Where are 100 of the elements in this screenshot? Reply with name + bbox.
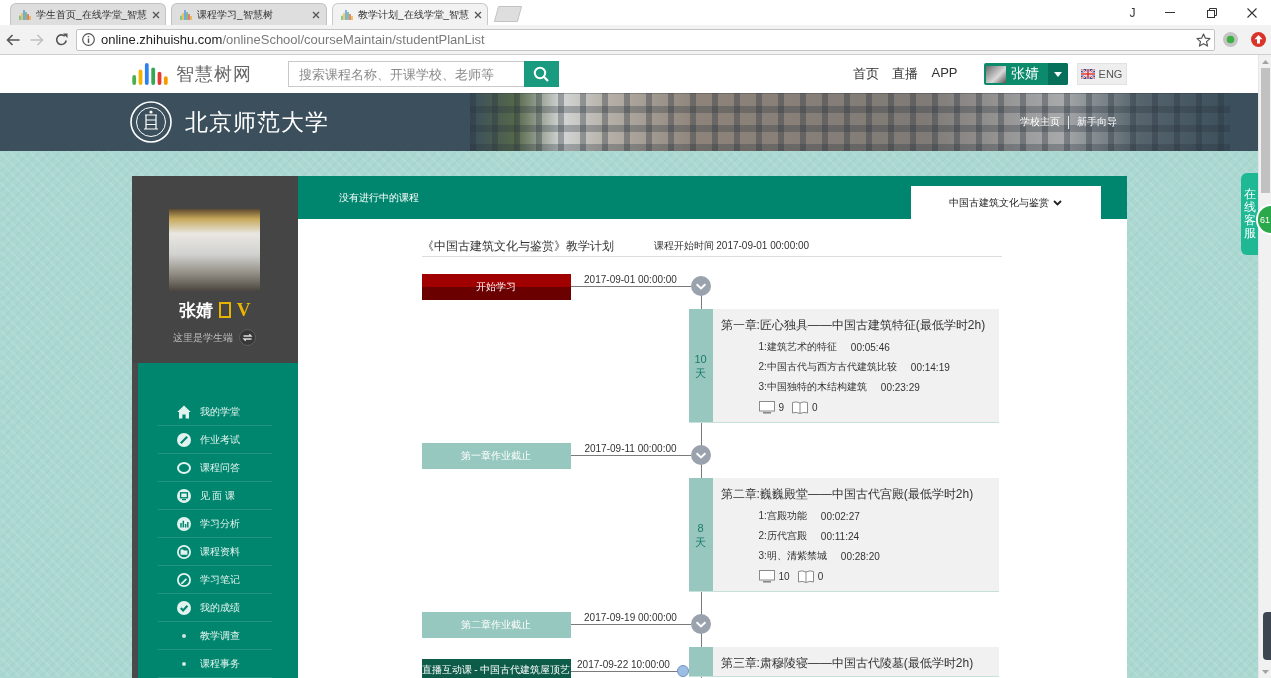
sidebar-item[interactable]: 课程资料: [157, 538, 272, 566]
scrollbar[interactable]: [1258, 55, 1271, 678]
profile-name: 张婧: [178, 299, 213, 322]
plan-title: 《中国古建筑文化与鉴赏》教学计划: [421, 238, 615, 254]
course-status: 没有进行中的课程: [338, 190, 419, 205]
lesson-duration: 00:02:27: [820, 510, 860, 522]
browser-tab[interactable]: 学生首页_在线学堂_智慧: [10, 3, 166, 25]
screen-circle-icon: [176, 488, 191, 503]
restore-icon[interactable]: [1207, 7, 1217, 18]
site-logo[interactable]: 智慧树网: [130, 62, 252, 86]
lesson-duration: 00:05:46: [850, 341, 890, 353]
day-count: 8 天: [694, 520, 707, 549]
close-icon[interactable]: [1247, 7, 1257, 18]
check-circle-icon: [176, 600, 191, 615]
event-date: 2017-09-19 00:00:00: [583, 612, 678, 624]
timeline-dot-icon: [676, 665, 689, 677]
nav-link[interactable]: 直播: [892, 65, 919, 83]
edit-icon: [176, 572, 191, 587]
school-name: 北京师范大学: [185, 107, 329, 137]
close-icon[interactable]: [474, 10, 483, 19]
lesson-link[interactable]: 2:历代宫殿: [758, 529, 807, 543]
browser-tab[interactable]: 教学计划_在线学堂_智慧: [332, 3, 488, 25]
address-bar[interactable]: online.zhihuishu.com/onlineSchool/courseMaintain/studentPlanList: [76, 28, 1215, 51]
sidebar-item[interactable]: 学习分析: [157, 510, 272, 538]
bars-icon: [341, 9, 353, 20]
dot-circle-icon[interactable]: [1222, 32, 1238, 47]
lesson-link[interactable]: 3:明、清紫禁城: [758, 549, 827, 563]
profile-button[interactable]: J: [1127, 5, 1138, 20]
lesson-link[interactable]: 2:中国古代与西方古代建筑比较: [758, 360, 897, 374]
sidebar-item[interactable]: 课程问答: [157, 454, 272, 482]
search-button[interactable]: [523, 61, 559, 87]
banner-link[interactable]: 新手向导: [1077, 115, 1117, 129]
close-icon[interactable]: [152, 10, 161, 19]
floating-panel: [1263, 612, 1271, 660]
sidebar-item[interactable]: 见 面 课: [157, 482, 272, 510]
chapter-title[interactable]: 第二章:巍巍殿堂——中国古代宫殿(最低学时2h): [720, 486, 997, 502]
nav-link[interactable]: 首页: [853, 65, 880, 83]
video-count: 9: [778, 401, 785, 413]
search-field[interactable]: 搜索课程名称、开课学校、老师等: [287, 61, 524, 87]
swap-icon[interactable]: [239, 329, 256, 346]
bullet-icon: [181, 661, 186, 666]
chevron-down-icon: [1053, 199, 1062, 206]
lesson-link[interactable]: 3:中国独特的木结构建筑: [758, 380, 867, 394]
lesson-link[interactable]: 1:宫殿功能: [758, 509, 807, 523]
course-dropdown[interactable]: 中国古建筑文化与鉴赏: [910, 186, 1101, 219]
start-button[interactable]: 开始学习: [421, 274, 571, 300]
sidebar-item[interactable]: 教学调查: [157, 622, 272, 650]
reload-icon[interactable]: [54, 33, 68, 46]
chapter-title[interactable]: 第一章:匠心独具——中国古建筑特征(最低学时2h): [720, 317, 997, 333]
bars-icon: [19, 9, 31, 20]
url-text: online.zhihuishu.com/onlineSchool/courseMaintain/studentPlanList: [101, 32, 486, 47]
chapter-title[interactable]: 第三章:肃穆陵寝——中国古代陵墓(最低学时2h): [720, 655, 997, 671]
close-icon[interactable]: [312, 10, 320, 19]
monitor-icon: [758, 400, 775, 414]
document-count: 0: [817, 570, 824, 582]
role-text: 这里是学生端: [173, 330, 233, 345]
sidebar-item[interactable]: 作业考试: [157, 426, 272, 454]
flag-icon: [1080, 69, 1095, 79]
chevron-down-icon[interactable]: [690, 614, 711, 634]
folder-icon: [176, 544, 191, 559]
book-icon: [792, 400, 809, 414]
search-icon: [533, 66, 549, 82]
emblem-icon: [130, 101, 172, 143]
scrollbar-thumb[interactable]: [1260, 68, 1270, 193]
language-button[interactable]: ENG: [1076, 63, 1127, 85]
home-icon: [176, 404, 191, 419]
browser-tab[interactable]: 课程学习_智慧树: [171, 3, 327, 25]
day-count: 10 天: [693, 351, 708, 380]
avatar-placeholder: [985, 65, 1006, 83]
sidebar-item[interactable]: 我的学堂: [157, 398, 272, 426]
chat-bubble-icon: [176, 461, 191, 474]
lesson-duration: 00:11:24: [820, 530, 860, 542]
box-icon: [218, 302, 231, 318]
document-count: 0: [812, 401, 818, 413]
banner-link[interactable]: 学校主页: [1020, 115, 1060, 129]
info-icon[interactable]: [82, 33, 95, 46]
lesson-duration: 00:23:29: [880, 381, 920, 393]
vip-mark: V: [236, 299, 251, 321]
sidebar-item[interactable]: 我的成绩: [157, 594, 272, 622]
chevron-down-icon[interactable]: [690, 276, 711, 296]
nav-link[interactable]: APP: [931, 65, 958, 83]
bars-logo-icon: [130, 63, 169, 85]
duration-strip: [688, 647, 713, 676]
lesson-link[interactable]: 1:建筑艺术的特征: [758, 340, 837, 354]
live-class-label[interactable]: 直播互动课 - 中国古代建筑屋顶艺: [421, 659, 571, 678]
deadline-label: 第二章作业截止: [421, 612, 571, 638]
bars-icon: [180, 9, 192, 20]
sidebar-item[interactable]: 学习笔记: [157, 566, 272, 594]
bar-chart-icon: [176, 516, 191, 531]
star-icon[interactable]: [1196, 32, 1211, 47]
deadline-label: 第一章作业截止: [421, 443, 571, 469]
monitor-icon: [758, 569, 775, 583]
user-menu-button[interactable]: 张婧: [983, 63, 1068, 85]
back-icon[interactable]: [6, 33, 20, 46]
event-date: 2017-09-22 10:00:00: [576, 659, 671, 671]
sidebar-item[interactable]: 课程事务: [157, 650, 272, 678]
pencil-circle-icon: [176, 432, 191, 447]
video-count: 10: [778, 570, 790, 582]
chevron-down-icon[interactable]: [690, 445, 711, 465]
book-icon: [797, 569, 814, 583]
